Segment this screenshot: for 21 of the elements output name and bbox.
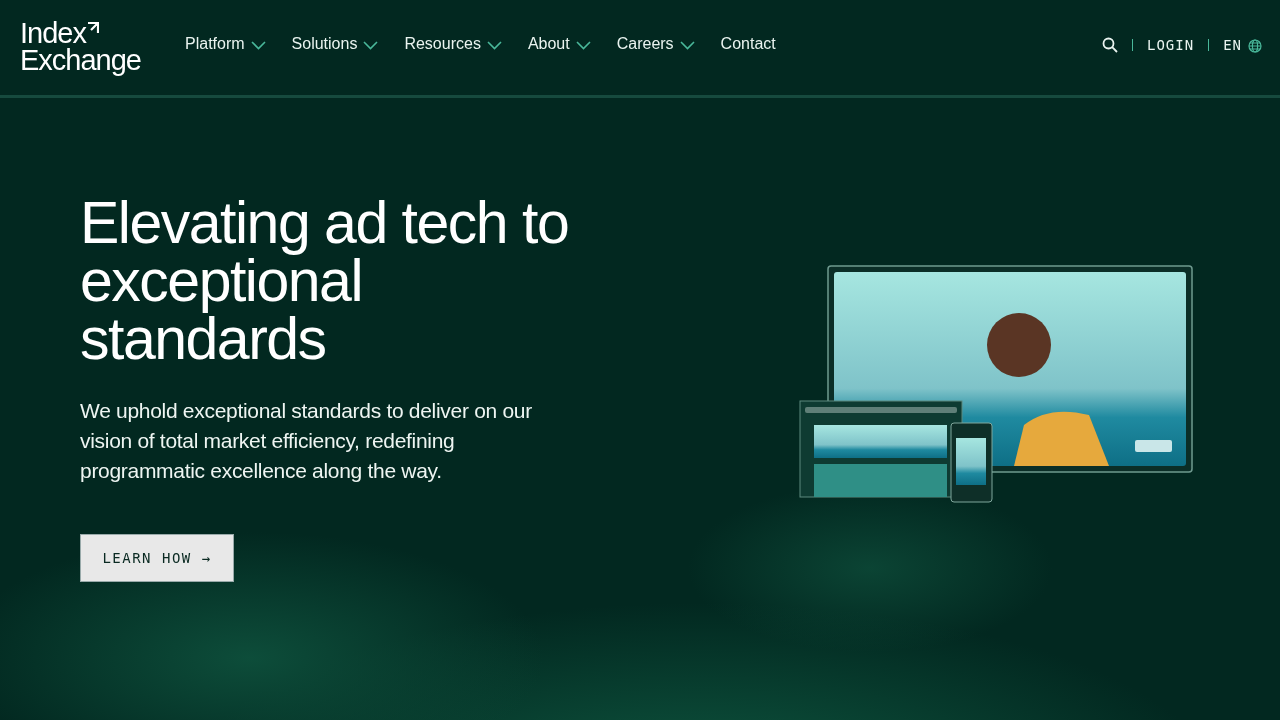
hero-text: We uphold exceptional standards to deliver on our vision of total market efficiency, redefining programmatic excellence along the way. [80, 398, 533, 484]
logo-text[interactable]: Index [20, 19, 86, 47]
nav-item[interactable]: Resources [404, 34, 502, 53]
corner-arrow-icon [86, 21, 99, 34]
nav-item[interactable]: Careers [616, 34, 695, 53]
hero-title: Elevating ad tech to exceptional standards [80, 194, 570, 368]
nav-item[interactable]: About [527, 34, 591, 53]
nav-item[interactable]: Platform [185, 34, 266, 53]
learn-how-button[interactable]: LEARN HOW → [80, 534, 234, 582]
nav-item[interactable]: Contact [720, 34, 776, 53]
chevron-down-icon [363, 40, 379, 50]
nav-item[interactable]: Solutions [291, 34, 379, 53]
chevron-down-icon [486, 40, 502, 50]
globe-icon[interactable] [1248, 39, 1262, 53]
chevron-down-icon [575, 40, 591, 50]
logo-text[interactable]: Exchange [20, 46, 141, 74]
login-link[interactable]: LOGIN [1147, 36, 1195, 53]
search-icon[interactable] [1102, 36, 1118, 53]
chevron-down-icon [250, 40, 266, 50]
language-link[interactable]: EN [1223, 36, 1242, 53]
chevron-down-icon [679, 40, 695, 50]
